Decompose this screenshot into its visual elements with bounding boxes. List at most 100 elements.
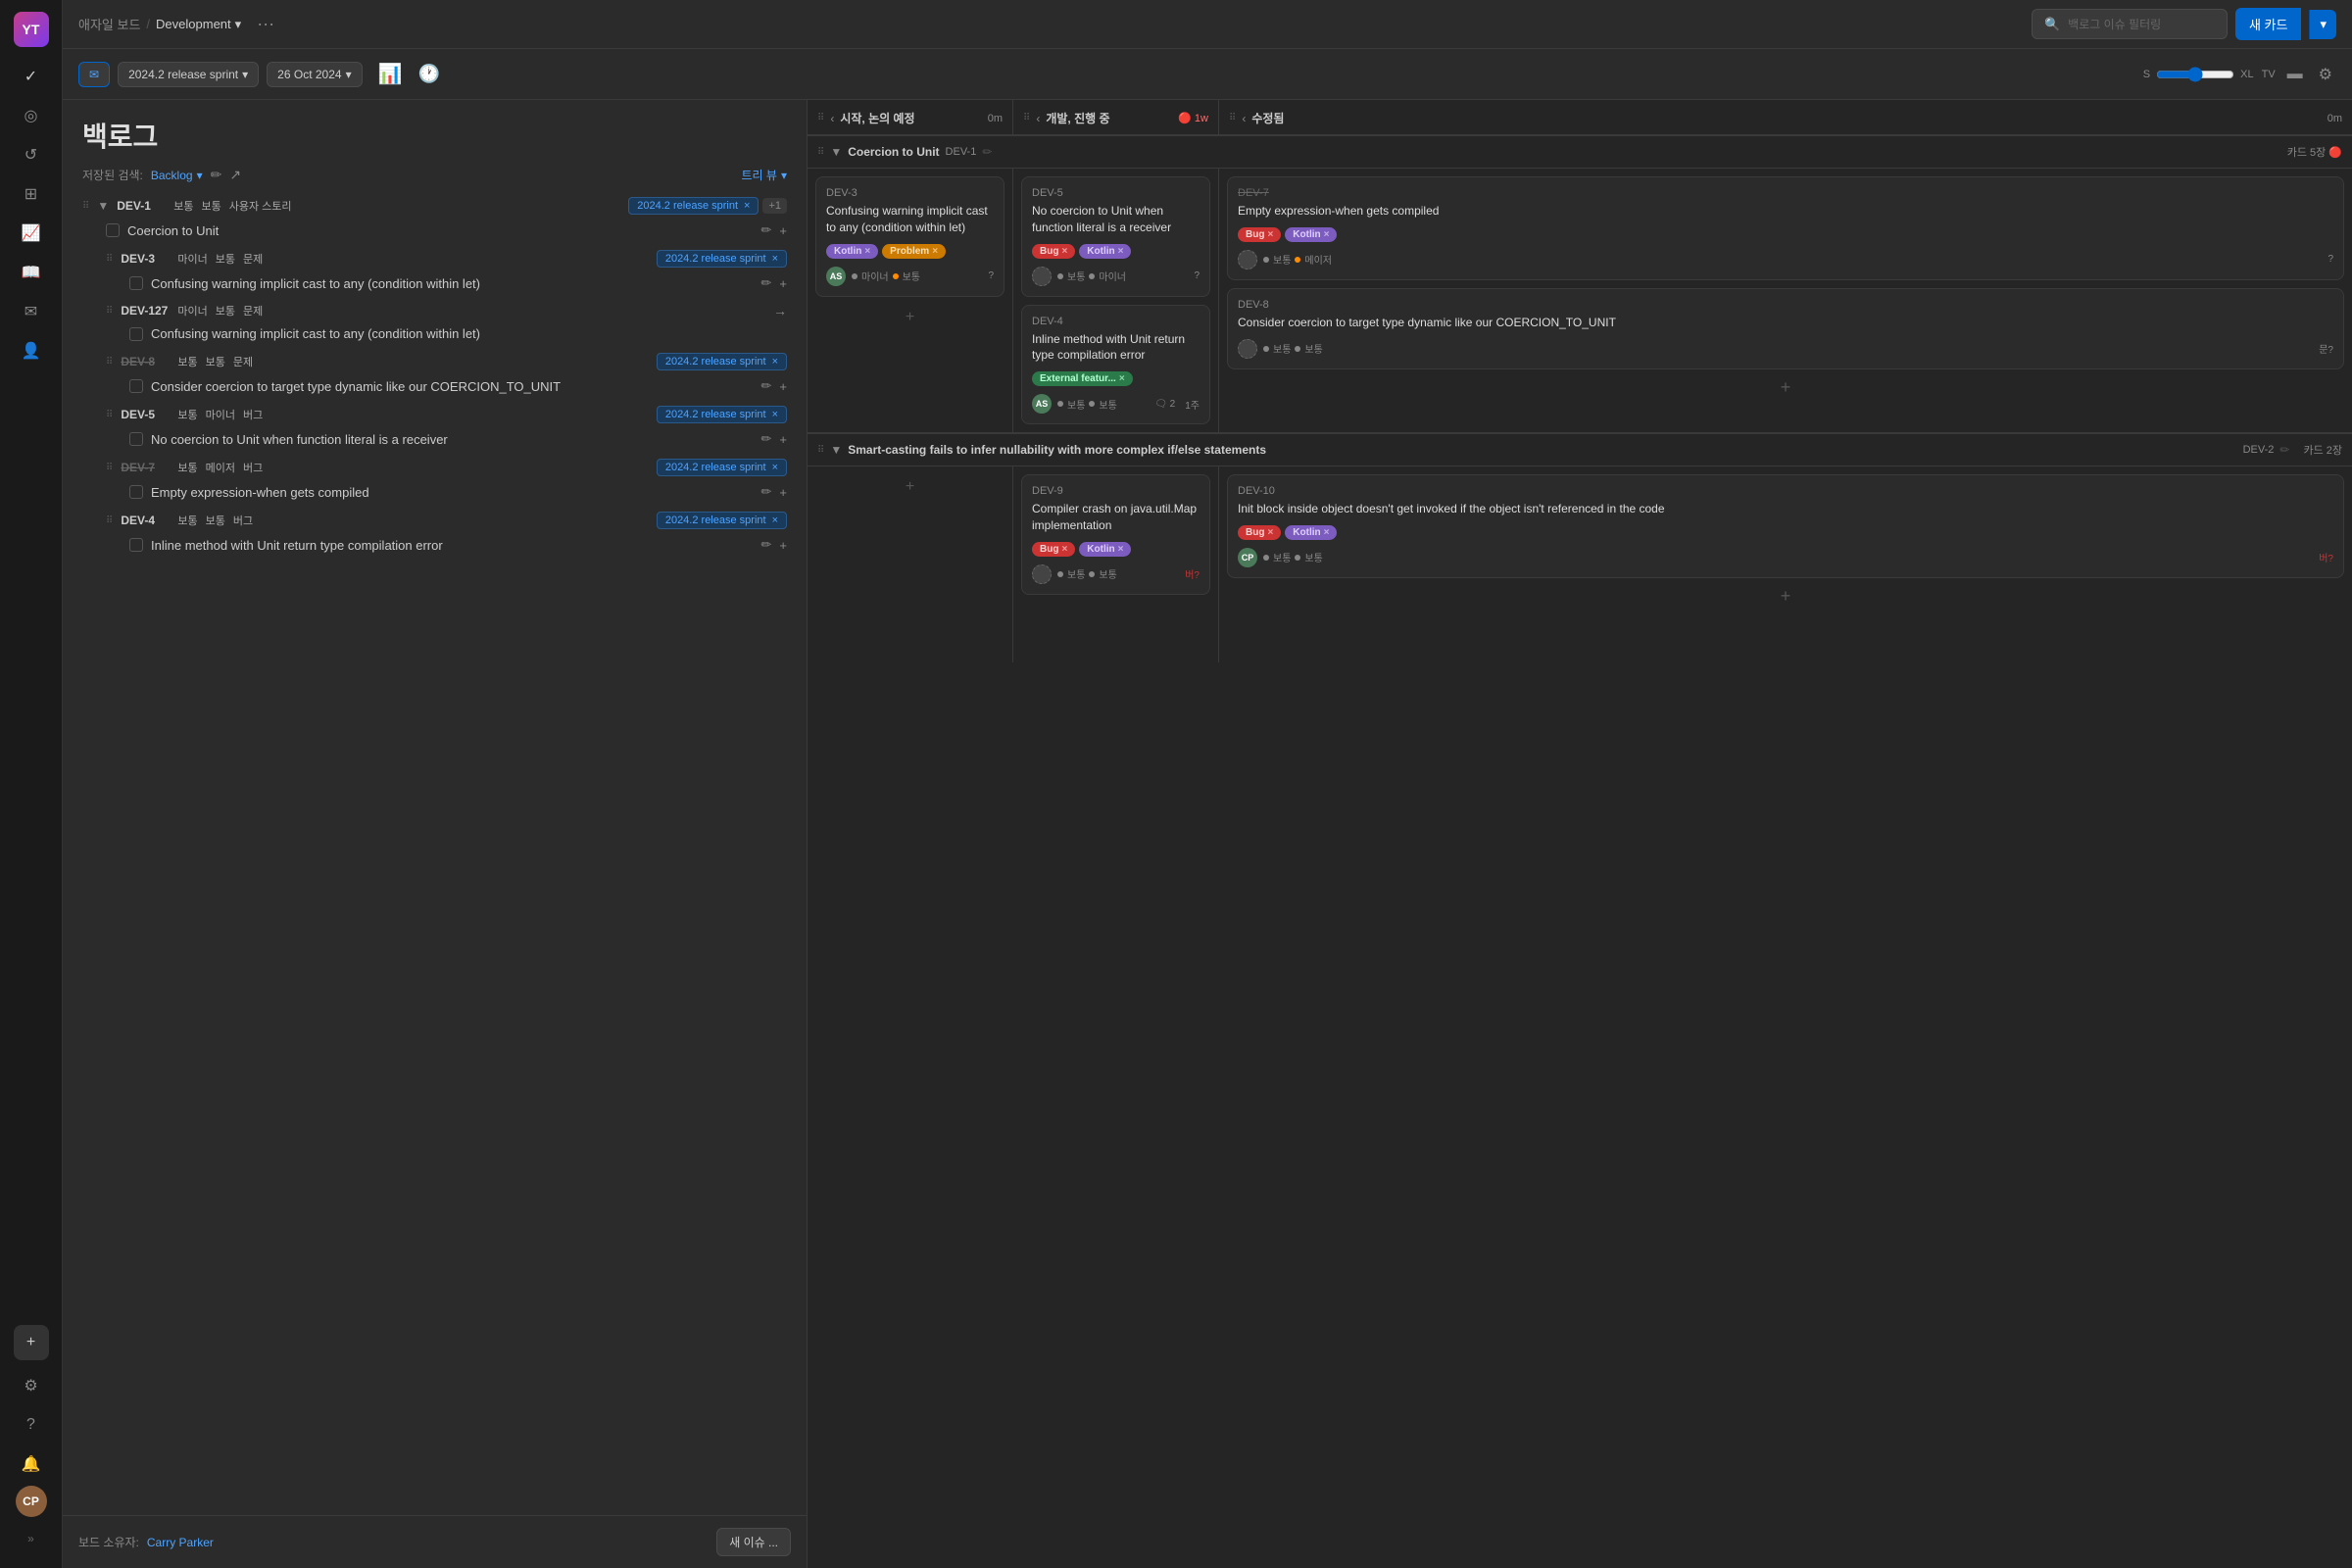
label-bug[interactable]: Bug × [1032, 542, 1075, 557]
group-row-dev1[interactable]: ⠿ ▼ DEV-1 보통 보통 사용자 스토리 2024.2 release s… [74, 191, 795, 220]
item-checkbox-dev4[interactable] [129, 538, 143, 552]
label-remove-icon[interactable]: × [932, 246, 938, 257]
sidebar-item-users[interactable]: 👤 [14, 333, 49, 368]
label-bug[interactable]: Bug × [1238, 227, 1281, 242]
edit-icon[interactable]: ✏ [761, 537, 772, 553]
item-row-dev3[interactable]: ⠿ DEV-3 마이너 보통 문제 2024.2 release sprint … [98, 244, 795, 273]
label-remove-icon[interactable]: × [1324, 229, 1330, 240]
label-remove-icon[interactable]: × [1118, 246, 1124, 257]
sidebar-item-bell[interactable]: 🔔 [14, 1446, 49, 1482]
col-drag-start[interactable]: ⠿ [817, 113, 824, 123]
timer-icon[interactable]: 🕐 [418, 64, 440, 84]
sidebar-item-book[interactable]: 📖 [14, 255, 49, 290]
sprint-remove-button[interactable]: × [772, 356, 778, 368]
share-filter-icon[interactable]: ↗ [229, 167, 241, 183]
col-drag-modified[interactable]: ⠿ [1229, 113, 1236, 123]
label-bug[interactable]: Bug × [1032, 244, 1075, 259]
col1-add-button[interactable]: + [815, 305, 1004, 330]
new-card-dropdown[interactable]: ▾ [2309, 10, 2336, 39]
sprint-badge-dev5[interactable]: 2024.2 release sprint × [657, 406, 787, 423]
drag-handle[interactable]: ⠿ [106, 463, 113, 473]
label-remove-icon[interactable]: × [1267, 229, 1273, 240]
sprint-remove-button[interactable]: × [772, 514, 778, 526]
label-remove-icon[interactable]: × [1119, 373, 1125, 384]
label-remove-icon[interactable]: × [1267, 527, 1273, 538]
item-row-dev4[interactable]: ⠿ DEV-4 보통 보통 버그 2024.2 release sprint × [98, 506, 795, 535]
sidebar-item-help[interactable]: ? [14, 1407, 49, 1443]
user-avatar[interactable]: CP [16, 1486, 47, 1517]
label-problem[interactable]: Problem × [882, 244, 946, 259]
col-drag-dev[interactable]: ⠿ [1023, 113, 1030, 123]
label-kotlin[interactable]: Kotlin × [826, 244, 878, 259]
add-icon[interactable]: + [779, 538, 787, 553]
email-toggle-button[interactable]: ✉ [78, 62, 110, 87]
label-kotlin[interactable]: Kotlin × [1079, 542, 1131, 557]
sprint-badge-dev8[interactable]: 2024.2 release sprint × [657, 353, 787, 370]
drag-handle[interactable]: ⠿ [82, 201, 89, 212]
label-kotlin[interactable]: Kotlin × [1079, 244, 1131, 259]
board-card-dev10[interactable]: DEV-10 Init block inside object doesn't … [1227, 474, 2344, 578]
sidebar-item-inbox[interactable]: ✉ [14, 294, 49, 329]
item-row-dev5[interactable]: ⠿ DEV-5 보통 마이너 버그 2024.2 release sprint … [98, 400, 795, 429]
sprint-badge-dev3[interactable]: 2024.2 release sprint × [657, 250, 787, 268]
new-issue-button[interactable]: 새 이슈 ... [716, 1528, 791, 1556]
drag-handle[interactable]: ⠿ [106, 306, 113, 317]
item-checkbox-dev127[interactable] [129, 327, 143, 341]
edit-icon[interactable]: ✏ [761, 431, 772, 447]
sidebar-item-history[interactable]: ↺ [14, 137, 49, 172]
board-card-dev4[interactable]: DEV-4 Inline method with Unit return typ… [1021, 305, 1210, 425]
date-selector[interactable]: 26 Oct 2024 ▾ [267, 62, 362, 87]
add-icon[interactable]: + [779, 432, 787, 447]
bar-chart-button[interactable]: ▬ [2283, 62, 2307, 87]
epic-drag-dev1[interactable]: ⠿ [817, 147, 824, 158]
sprint-badge[interactable]: 2024.2 release sprint × [628, 197, 759, 215]
size-range-input[interactable] [2156, 67, 2234, 82]
app-logo[interactable]: YT [14, 12, 49, 47]
sprint-badge-dev4[interactable]: 2024.2 release sprint × [657, 512, 787, 529]
board-card-dev9[interactable]: DEV-9 Compiler crash on java.util.Map im… [1021, 474, 1210, 595]
owner-name[interactable]: Carry Parker [147, 1536, 214, 1549]
col1-add-button-dev2[interactable]: + [815, 474, 1004, 500]
item-checkbox-dev3[interactable] [129, 276, 143, 290]
edit-icon[interactable]: ✏ [761, 275, 772, 291]
breadcrumb-agile[interactable]: 애자일 보드 [78, 15, 140, 33]
item-checkbox-dev8[interactable] [129, 379, 143, 393]
sprint-remove-button[interactable]: × [772, 462, 778, 473]
board-card-dev8[interactable]: DEV-8 Consider coercion to target type d… [1227, 288, 2344, 369]
sidebar-item-chart[interactable]: 📈 [14, 216, 49, 251]
new-card-button[interactable]: 새 카드 [2235, 8, 2302, 40]
label-bug[interactable]: Bug × [1238, 525, 1281, 540]
drag-handle[interactable]: ⠿ [106, 410, 113, 420]
item-row-dev8[interactable]: ⠿ DEV-8 보통 보통 문제 2024.2 release sprint × [98, 347, 795, 376]
sidebar-item-grid[interactable]: ⊞ [14, 176, 49, 212]
edit-icon[interactable]: ✏ [761, 484, 772, 500]
sprint-badge-dev7[interactable]: 2024.2 release sprint × [657, 459, 787, 476]
epic-drag-dev2[interactable]: ⠿ [817, 445, 824, 456]
drag-handle[interactable]: ⠿ [106, 515, 113, 526]
label-remove-icon[interactable]: × [1324, 527, 1330, 538]
label-remove-icon[interactable]: × [1061, 544, 1067, 555]
sidebar-item-check[interactable]: ✓ [14, 59, 49, 94]
drag-handle[interactable]: ⠿ [106, 254, 113, 265]
label-kotlin[interactable]: Kotlin × [1285, 525, 1337, 540]
col-collapse-arrow-dev[interactable]: ‹ [1036, 112, 1040, 125]
add-icon[interactable]: + [779, 379, 787, 394]
label-remove-icon[interactable]: × [1061, 246, 1067, 257]
label-kotlin[interactable]: Kotlin × [1285, 227, 1337, 242]
col-collapse-arrow-modified[interactable]: ‹ [1242, 112, 1246, 125]
add-icon[interactable]: + [779, 485, 787, 500]
col3-add-button-dev1[interactable]: + [1781, 377, 1791, 398]
sprint-remove-button[interactable]: × [772, 253, 778, 265]
settings-button[interactable]: ⚙ [2315, 61, 2336, 88]
board-card-dev5[interactable]: DEV-5 No coercion to Unit when function … [1021, 176, 1210, 297]
edit-icon[interactable]: ✏ [761, 378, 772, 394]
sidebar-expand[interactable]: » [14, 1521, 49, 1556]
sidebar-item-plus[interactable]: + [14, 1325, 49, 1360]
board-card-dev7[interactable]: DEV-7 Empty expression-when gets compile… [1227, 176, 2344, 280]
sprint-remove-button[interactable]: × [744, 200, 750, 212]
edit-icon[interactable]: ✏ [761, 222, 772, 238]
sidebar-item-settings[interactable]: ◎ [14, 98, 49, 133]
sprint-selector[interactable]: 2024.2 release sprint ▾ [118, 62, 259, 87]
epic-edit-icon-dev2[interactable]: ✏ [2279, 443, 2289, 457]
add-icon[interactable]: + [779, 276, 787, 291]
